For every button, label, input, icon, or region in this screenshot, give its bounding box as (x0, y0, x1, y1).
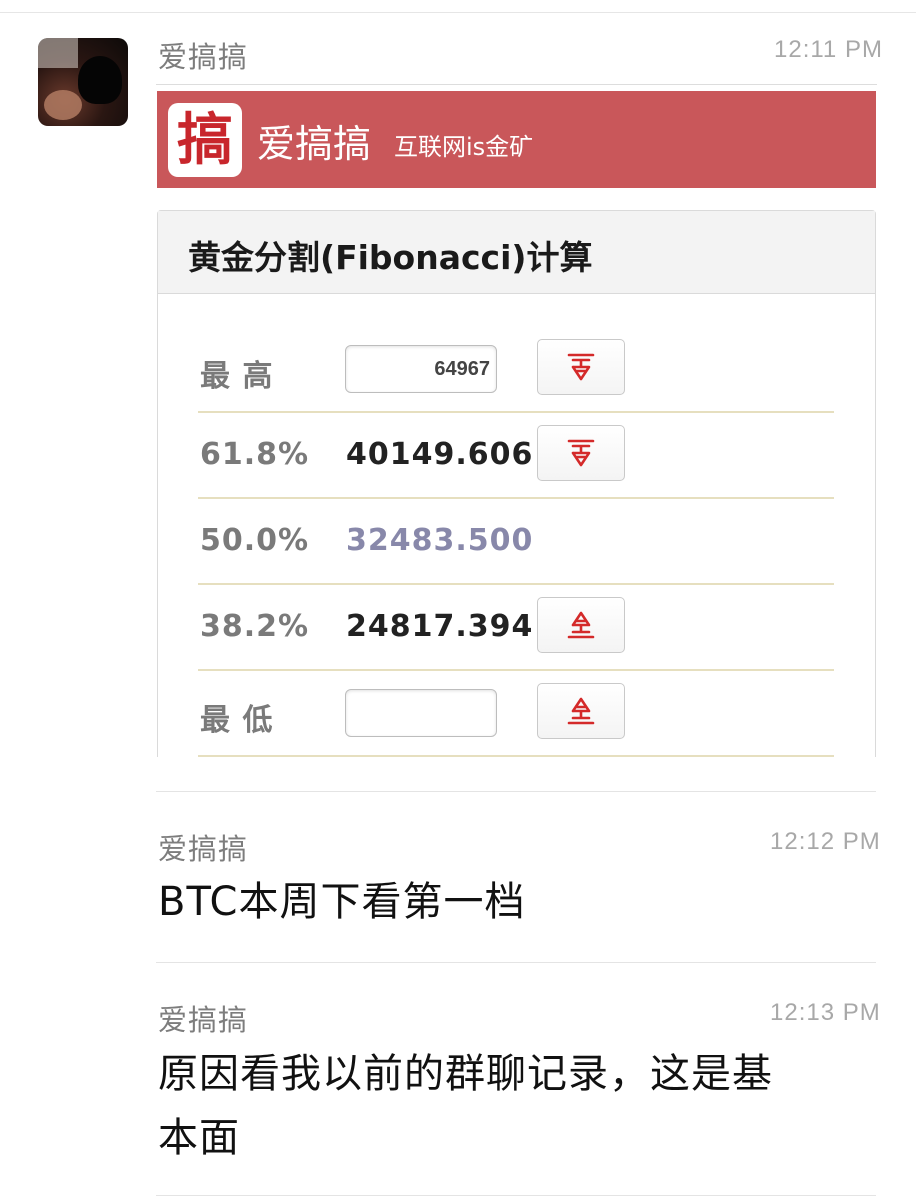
logo-char: 搞 (177, 107, 233, 173)
up-arrow-icon (567, 697, 595, 725)
low-label: 最 低 (200, 703, 274, 738)
brand-name: 爱搞搞 (257, 122, 372, 166)
brand-slogan: 互联网is金矿 (394, 133, 534, 161)
row-low: 最 低 (198, 669, 834, 757)
sender-name[interactable]: 爱搞搞 (158, 826, 248, 868)
panel-title: 黄金分割(Fibonacci)计算 (188, 238, 593, 277)
ratio-382-label: 38.2% (200, 609, 310, 644)
brand-bar: 搞 爱搞搞 互联网is金矿 (157, 91, 876, 188)
avatar[interactable] (38, 38, 128, 126)
down-arrow-icon (567, 439, 595, 467)
sender-name[interactable]: 爱搞搞 (158, 34, 248, 76)
row-high: 最 高 (198, 325, 834, 413)
row-382: 38.2% 24817.394 (198, 583, 834, 671)
message-divider (156, 962, 876, 963)
fibonacci-calculator: 黄金分割(Fibonacci)计算 最 高 61.8% 40149.606 50… (157, 210, 876, 757)
set-high-button[interactable] (537, 339, 625, 395)
row-500: 50.0% 32483.500 (198, 497, 834, 585)
high-label: 最 高 (200, 359, 274, 394)
message-text-line-2: 本面 (158, 1115, 240, 1161)
message-time: 12:12 PM (770, 828, 881, 855)
apply-382-up-button[interactable] (537, 597, 625, 653)
ratio-618-label: 61.8% (200, 437, 310, 472)
set-low-button[interactable] (537, 683, 625, 739)
apply-618-down-button[interactable] (537, 425, 625, 481)
ratio-500-label: 50.0% (200, 523, 310, 558)
row-618: 61.8% 40149.606 (198, 411, 834, 499)
top-divider (0, 12, 916, 13)
ratio-618-value: 40149.606 (346, 437, 534, 472)
message-divider (156, 791, 876, 792)
down-arrow-icon (567, 353, 595, 381)
sender-name[interactable]: 爱搞搞 (158, 997, 248, 1039)
up-arrow-icon (567, 611, 595, 639)
high-input[interactable] (345, 345, 497, 393)
message-divider (156, 1195, 876, 1196)
low-input[interactable] (345, 689, 497, 737)
message-text-line-1: 原因看我以前的群聊记录，这是基 (158, 1051, 773, 1097)
message-time: 12:13 PM (770, 999, 881, 1026)
ratio-382-value: 24817.394 (346, 609, 534, 644)
shared-image[interactable]: 搞 爱搞搞 互联网is金矿 黄金分割(Fibonacci)计算 最 高 61.8… (156, 84, 877, 757)
ratio-500-value: 32483.500 (346, 523, 534, 558)
message-time: 12:11 PM (774, 36, 883, 63)
panel-header: 黄金分割(Fibonacci)计算 (158, 211, 875, 294)
site-logo: 搞 (168, 103, 242, 177)
message-text: BTC本周下看第一档 (158, 879, 526, 925)
